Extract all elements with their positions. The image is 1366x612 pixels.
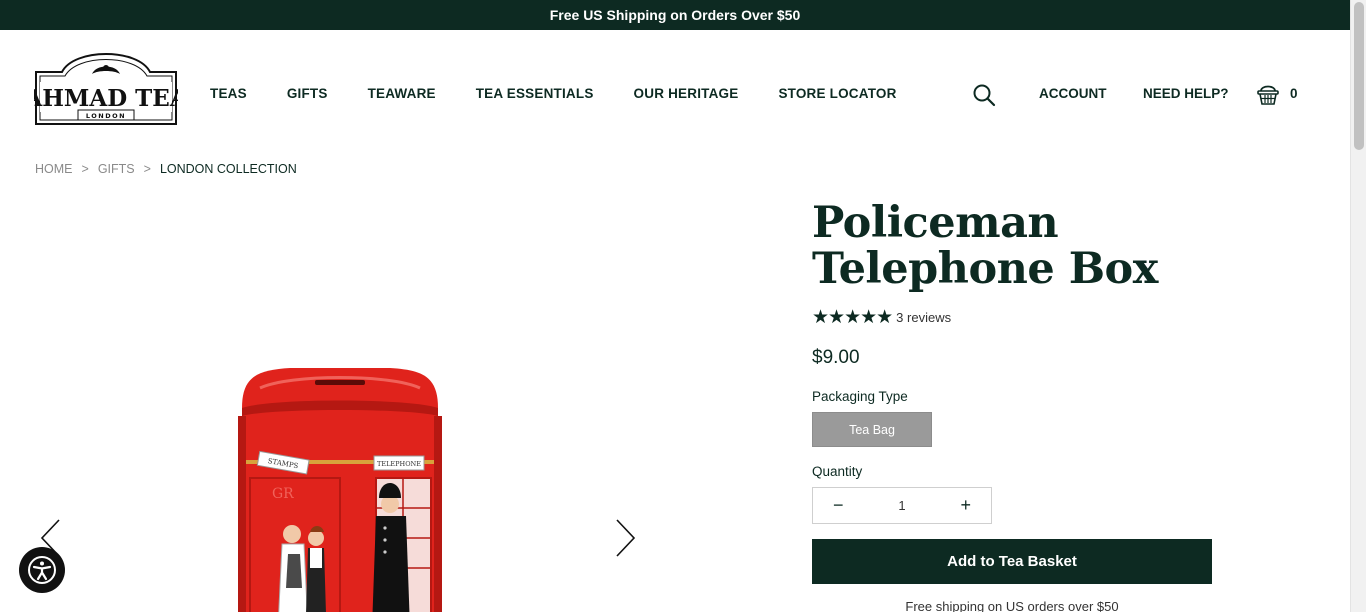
quantity-increase-button[interactable]: +	[960, 495, 971, 516]
product-rating[interactable]: ★★★★★ 3 reviews	[812, 306, 1212, 329]
quantity-decrease-button[interactable]: −	[833, 495, 844, 516]
product-title: Policeman Telephone Box	[812, 200, 1212, 292]
accessibility-icon	[28, 556, 56, 584]
ahmad-tea-logo[interactable]: AHMAD TEA LONDON	[34, 44, 178, 126]
quantity-input[interactable]: 1	[898, 498, 905, 513]
announcement-text: Free US Shipping on Orders Over $50	[549, 7, 801, 23]
quantity-label: Quantity	[812, 464, 863, 479]
product-title-line2: Telephone Box	[812, 244, 1158, 294]
svg-text:TELEPHONE: TELEPHONE	[377, 460, 421, 468]
shipping-note: Free shipping on US orders over $50	[905, 599, 1119, 612]
nav-tea-essentials[interactable]: TEA ESSENTIALS	[476, 86, 594, 101]
breadcrumb: HOME > GIFTS > LONDON COLLECTION	[35, 162, 297, 176]
scrollbar-thumb[interactable]	[1354, 2, 1364, 150]
product-title-line1: Policeman	[812, 198, 1059, 248]
basket-icon[interactable]	[1256, 82, 1280, 106]
svg-text:GR: GR	[272, 486, 294, 502]
product-gallery: STAMPS TELEPHONE GR	[35, 200, 655, 612]
need-help-link[interactable]: NEED HELP?	[1143, 86, 1229, 101]
packaging-type-label: Packaging Type	[812, 389, 908, 404]
main-nav: TEAS GIFTS TEAWARE TEA ESSENTIALS OUR HE…	[210, 86, 897, 101]
announcement-bar: Free US Shipping on Orders Over $50	[0, 0, 1350, 30]
quantity-stepper: − 1 +	[812, 487, 992, 524]
nav-gifts[interactable]: GIFTS	[287, 86, 328, 101]
reviews-link[interactable]: 3 reviews	[896, 310, 951, 325]
nav-our-heritage[interactable]: OUR HERITAGE	[634, 86, 739, 101]
gallery-next-arrow[interactable]	[613, 518, 637, 558]
nav-store-locator[interactable]: STORE LOCATOR	[778, 86, 896, 101]
add-to-basket-button[interactable]: Add to Tea Basket	[812, 539, 1212, 584]
breadcrumb-separator: >	[143, 162, 151, 176]
accessibility-button[interactable]	[19, 547, 65, 593]
breadcrumb-separator: >	[81, 162, 89, 176]
product-price: $9.00	[812, 347, 860, 368]
page-scrollbar[interactable]	[1350, 0, 1366, 612]
nav-teas[interactable]: TEAS	[210, 86, 247, 101]
product-details: Policeman Telephone Box ★★★★★ 3 reviews …	[812, 200, 1212, 612]
packaging-option-tea-bag[interactable]: Tea Bag	[812, 412, 932, 447]
product-image[interactable]: STAMPS TELEPHONE GR	[230, 368, 450, 612]
basket-count[interactable]: 0	[1290, 86, 1298, 101]
svg-text:AHMAD TEA: AHMAD TEA	[34, 85, 178, 112]
star-rating-icons: ★★★★★	[812, 307, 893, 328]
nav-teaware[interactable]: TEAWARE	[368, 86, 436, 101]
account-link[interactable]: ACCOUNT	[1039, 86, 1107, 101]
site-header: AHMAD TEA LONDON TEAS GIFTS TEAWARE TEA …	[0, 30, 1350, 150]
breadcrumb-current: LONDON COLLECTION	[159, 162, 297, 176]
search-icon[interactable]	[972, 83, 996, 107]
breadcrumb-home[interactable]: HOME	[35, 162, 73, 176]
breadcrumb-gifts[interactable]: GIFTS	[98, 162, 135, 176]
svg-text:LONDON: LONDON	[86, 112, 126, 120]
